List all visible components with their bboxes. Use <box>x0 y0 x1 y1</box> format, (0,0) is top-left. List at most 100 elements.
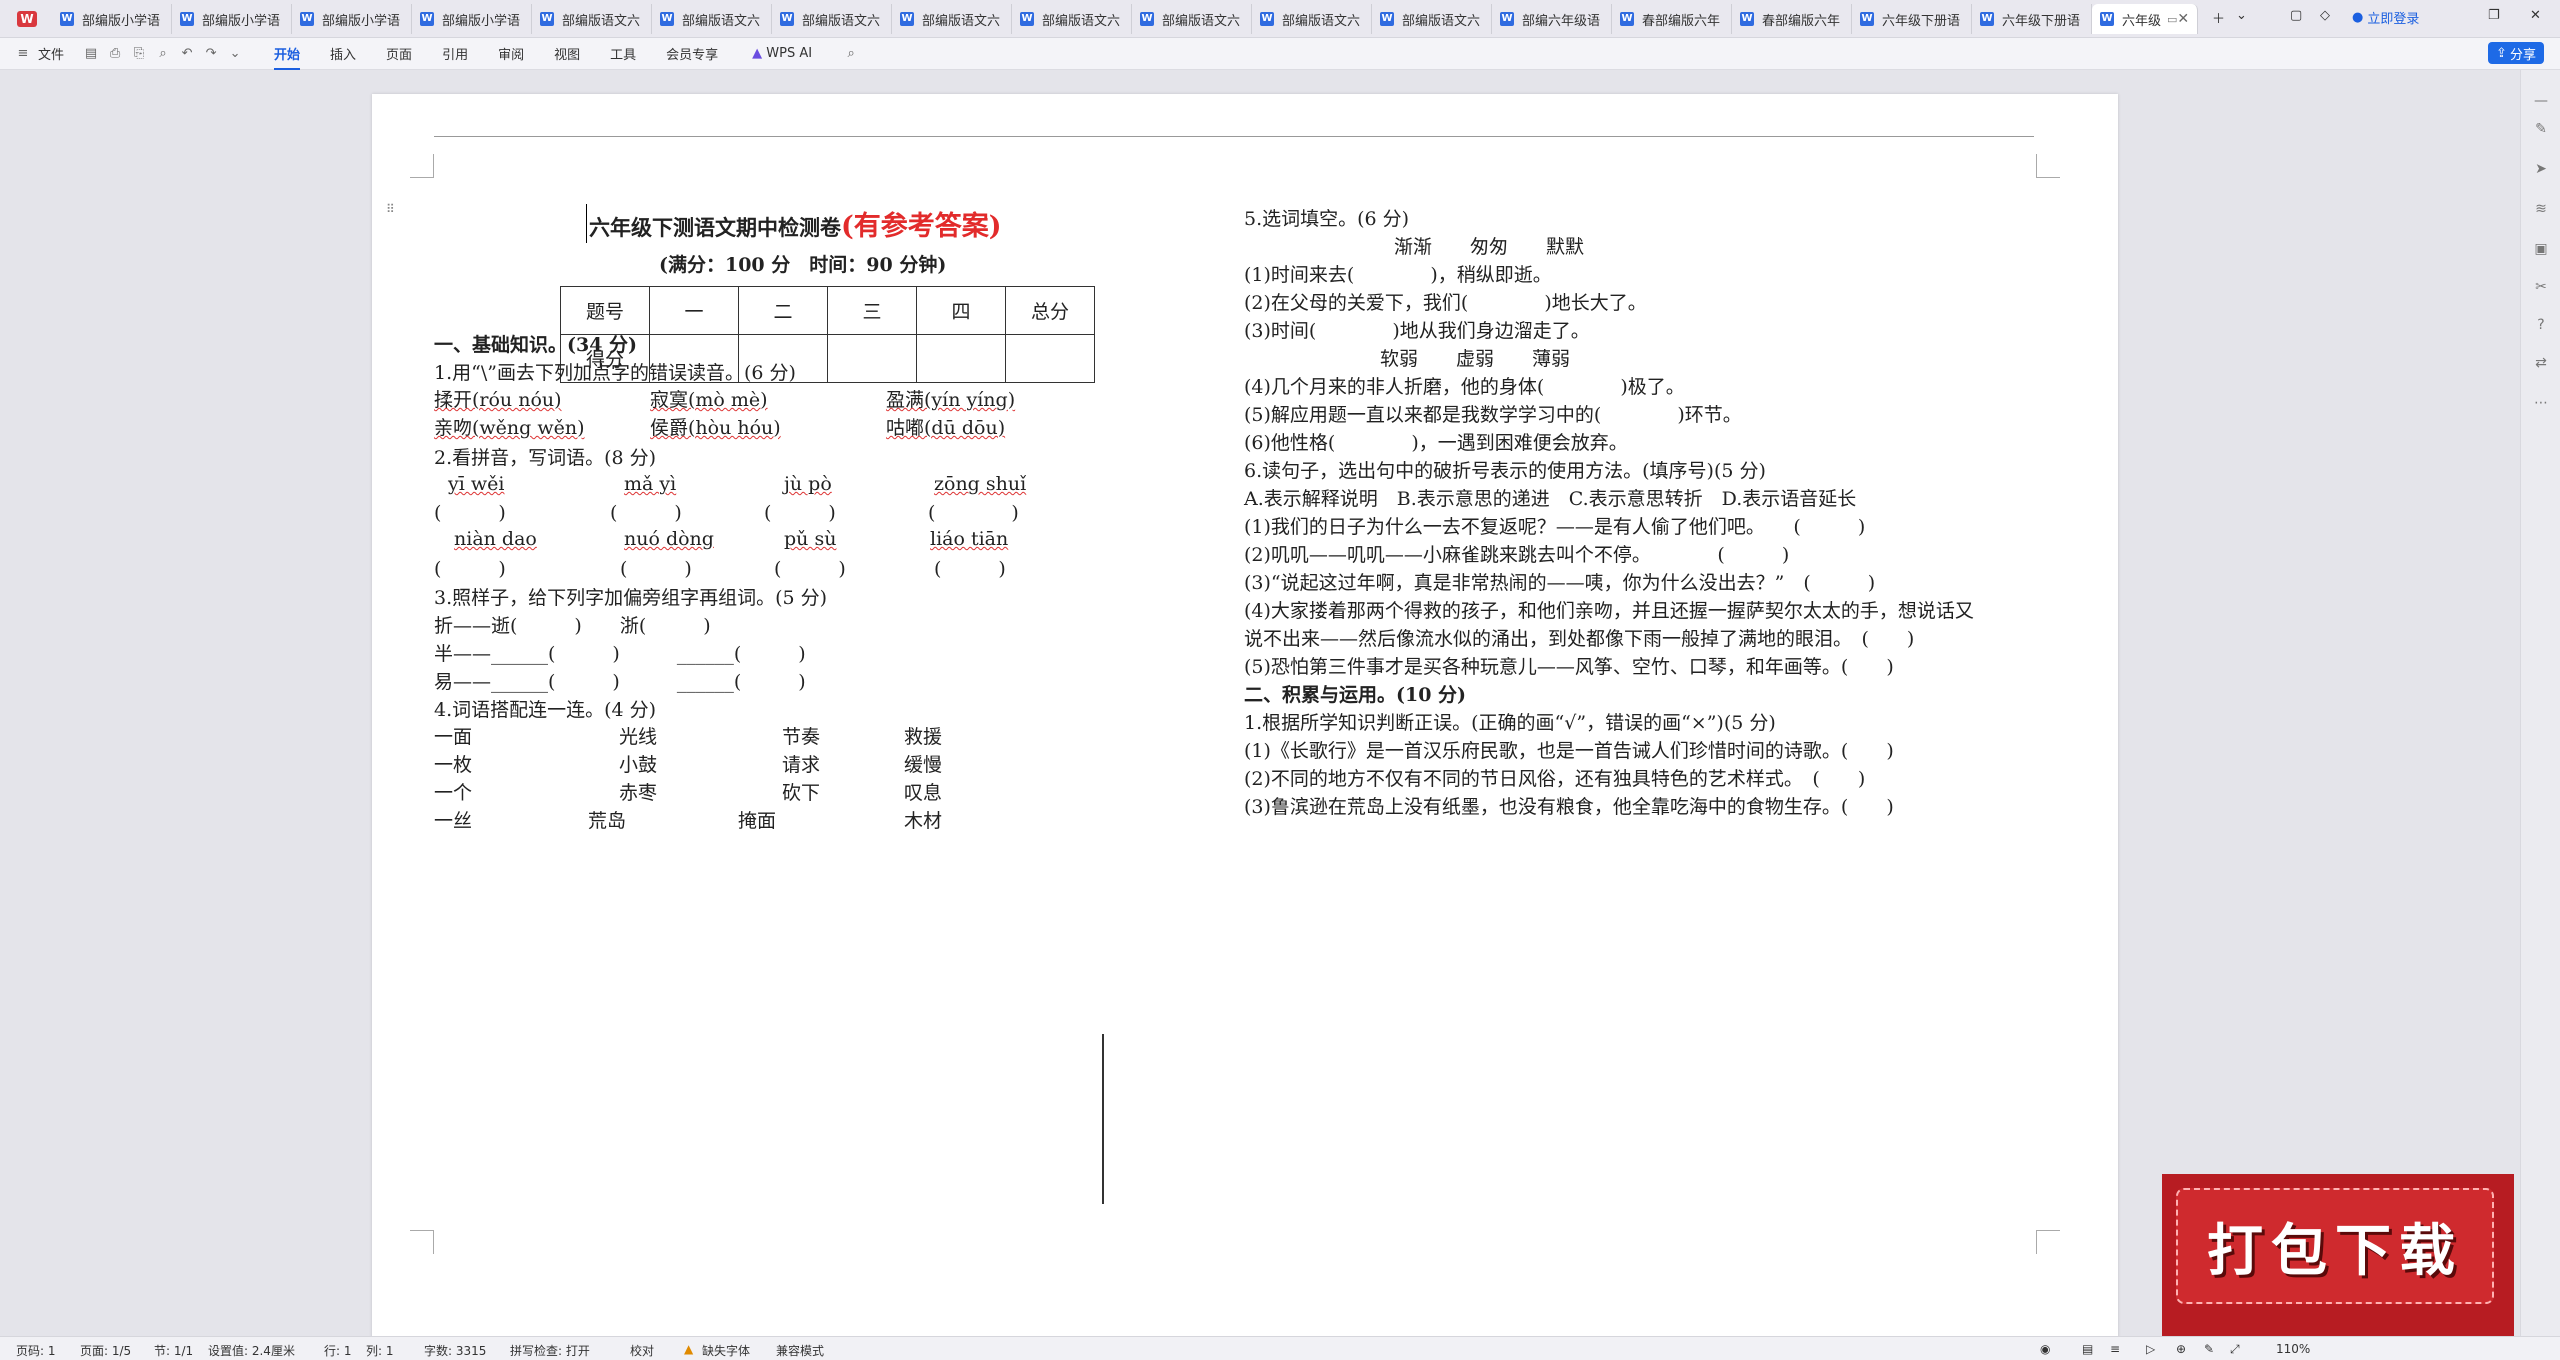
document-tab[interactable]: W 部编版语文六 <box>1012 4 1132 34</box>
document-page[interactable]: ⠿ 六年级下测语文期中检测卷(有参考答案) (满分：100 分 时间：90 分钟… <box>372 94 2118 1340</box>
word-doc-icon: W <box>1980 12 1994 26</box>
select-icon[interactable]: ➤ <box>2532 160 2550 178</box>
document-tab[interactable]: W 部编版小学语 <box>292 4 412 34</box>
word-doc-icon: W <box>420 12 434 26</box>
new-tab-button[interactable]: ＋ <box>2212 8 2225 27</box>
status-section[interactable]: 节: 1/1 <box>154 1342 193 1359</box>
document-tab[interactable]: W 部编版语文六 <box>532 4 652 34</box>
status-words[interactable]: 字数: 3315 <box>424 1342 486 1359</box>
menu-item[interactable]: 插入 <box>330 44 356 63</box>
download-banner[interactable]: 打包下载 <box>2162 1174 2514 1336</box>
missing-font-button[interactable]: 缺失字体 <box>702 1342 750 1359</box>
status-page[interactable]: 页码: 1 <box>16 1342 56 1359</box>
menu-item[interactable]: 审阅 <box>498 44 524 63</box>
document-tab[interactable]: W 部编版语文六 <box>772 4 892 34</box>
question-text: ( ) <box>764 502 836 524</box>
wps-ai-button[interactable]: ▲ WPS AI <box>752 46 812 61</box>
spell-check-toggle[interactable]: 拼写检查: 打开 <box>510 1342 590 1359</box>
score-cell <box>1005 334 1095 383</box>
play-icon[interactable]: ▷ <box>2146 1342 2155 1356</box>
document-tab[interactable]: W 部编版语文六 <box>1372 4 1492 34</box>
cube-icon[interactable]: ◇ <box>2320 8 2330 23</box>
document-tab[interactable]: W 部编版小学语 <box>172 4 292 34</box>
question-text: ( ) <box>434 502 506 524</box>
question-text: ( ) <box>620 558 692 580</box>
question-text: A.表示解释说明 B.表示意思的递进 C.表示意思转折 D.表示语音延长 <box>1244 488 1857 510</box>
search-icon[interactable]: ⌕ <box>842 45 860 63</box>
page-view-icon[interactable]: ▤ <box>2082 1342 2093 1356</box>
file-menu[interactable]: 文件 <box>38 44 64 63</box>
question-text: (1)时间来去( )，稍纵即逝。 <box>1244 264 1552 286</box>
document-tab[interactable]: W 部编版语文六 <box>1132 4 1252 34</box>
help-icon[interactable]: ? <box>2532 316 2550 334</box>
status-pages[interactable]: 页面: 1/5 <box>80 1342 131 1359</box>
share-button[interactable]: ⇪ 分享 <box>2488 42 2544 64</box>
window-mode-icon[interactable]: ▢ <box>2290 8 2302 23</box>
question-text: yī wěi <box>448 473 505 495</box>
save-icon[interactable]: ▤ <box>82 45 100 63</box>
quick-access-chevron-icon[interactable]: ⌄ <box>226 45 244 63</box>
undo-icon[interactable]: ↶ <box>178 45 196 63</box>
redo-icon[interactable]: ↷ <box>202 45 220 63</box>
document-tab[interactable]: W 部编版语文六 <box>892 4 1012 34</box>
menu-item[interactable]: 开始 <box>274 44 301 70</box>
status-col[interactable]: 列: 1 <box>366 1342 394 1359</box>
edit-icon[interactable]: ✎ <box>2204 1342 2214 1356</box>
image-icon[interactable]: ▣ <box>2532 240 2550 258</box>
restore-window-button[interactable]: ❐ <box>2488 8 2500 23</box>
status-setting[interactable]: 设置值: 2.4厘米 <box>208 1342 295 1359</box>
document-tab[interactable]: W 六年级下册语 <box>1972 4 2092 34</box>
tab-label: 六年级下册语 <box>1882 13 1961 29</box>
drag-handle-icon[interactable]: ⠿ <box>386 202 395 216</box>
close-icon[interactable]: ✕ <box>2177 11 2189 27</box>
tab-label: 部编版语文六 <box>562 13 641 29</box>
close-window-button[interactable]: ✕ <box>2530 8 2541 23</box>
margin-corner <box>410 1230 434 1254</box>
fit-icon[interactable]: ⤢ <box>2230 1342 2240 1357</box>
document-tab[interactable]: W 部编版小学语 <box>52 4 172 34</box>
document-tab[interactable]: W 部编六年级语 <box>1492 4 1612 34</box>
share-icon: ⇪ <box>2496 45 2507 61</box>
menu-item[interactable]: 工具 <box>610 44 636 63</box>
tab-active[interactable]: W 六年级 ▭ ✕ <box>2092 4 2198 34</box>
menu-item[interactable]: 引用 <box>442 44 468 63</box>
adjust-icon[interactable]: ≋ <box>2532 200 2550 218</box>
question-text: 咕嘟(dū dōu) <box>886 417 1006 439</box>
word-doc-icon: W <box>1380 12 1394 26</box>
pen-icon[interactable]: ✎ <box>2532 120 2550 138</box>
document-tab[interactable]: W 六年级下册语 <box>1852 4 1972 34</box>
tab-label: 六年级 <box>2122 13 2162 29</box>
question-text: nuó dòng <box>624 528 714 550</box>
print-preview-icon[interactable]: ⌕ <box>154 45 172 63</box>
web-icon[interactable]: ⊕ <box>2176 1342 2186 1356</box>
tab-menu-chevron-icon[interactable]: ⌄ <box>2236 8 2247 23</box>
document-tab[interactable]: W 春部编版六年 <box>1732 4 1852 34</box>
translate-icon[interactable]: ⇄ <box>2532 354 2550 372</box>
menu-item[interactable]: 页面 <box>386 44 412 63</box>
proof-button[interactable]: 校对 <box>630 1342 654 1359</box>
outline-icon[interactable]: ≡ <box>2110 1342 2120 1356</box>
question-text: (6)他性格( )，一遇到困难便会放弃。 <box>1244 432 1628 454</box>
document-workspace: ⠿ 六年级下测语文期中检测卷(有参考答案) (满分：100 分 时间：90 分钟… <box>0 70 2520 1340</box>
zoom-level[interactable]: 110% <box>2276 1342 2310 1356</box>
menu-item[interactable]: 会员专享 <box>666 44 718 63</box>
menu-item[interactable]: 视图 <box>554 44 580 63</box>
hamburger-icon[interactable]: ≡ <box>14 45 32 63</box>
wps-logo-icon[interactable]: W <box>10 6 44 32</box>
document-tab[interactable]: W 春部编版六年 <box>1612 4 1732 34</box>
tools-icon[interactable]: ✂ <box>2532 278 2550 296</box>
paper-subtitle: (满分：100 分 时间：90 分钟) <box>659 254 947 276</box>
export-pdf-icon[interactable]: ⎙ <box>106 45 124 63</box>
wps-ai-icon: ▲ <box>752 46 767 61</box>
monitor-icon: ▭ <box>2167 12 2178 26</box>
eye-icon[interactable]: ◉ <box>2040 1342 2050 1356</box>
login-button[interactable]: ● 立即登录 <box>2352 8 2419 27</box>
document-tab[interactable]: W 部编版小学语 <box>412 4 532 34</box>
document-tab[interactable]: W 部编版语文六 <box>652 4 772 34</box>
status-row[interactable]: 行: 1 <box>324 1342 352 1359</box>
minimize-panel-icon[interactable]: — <box>2532 92 2550 110</box>
print-icon[interactable]: ⎘ <box>130 45 148 63</box>
tab-label: 部编版语文六 <box>1162 13 1241 29</box>
document-tab[interactable]: W 部编版语文六 <box>1252 4 1372 34</box>
more-icon[interactable]: ⋯ <box>2532 394 2550 412</box>
